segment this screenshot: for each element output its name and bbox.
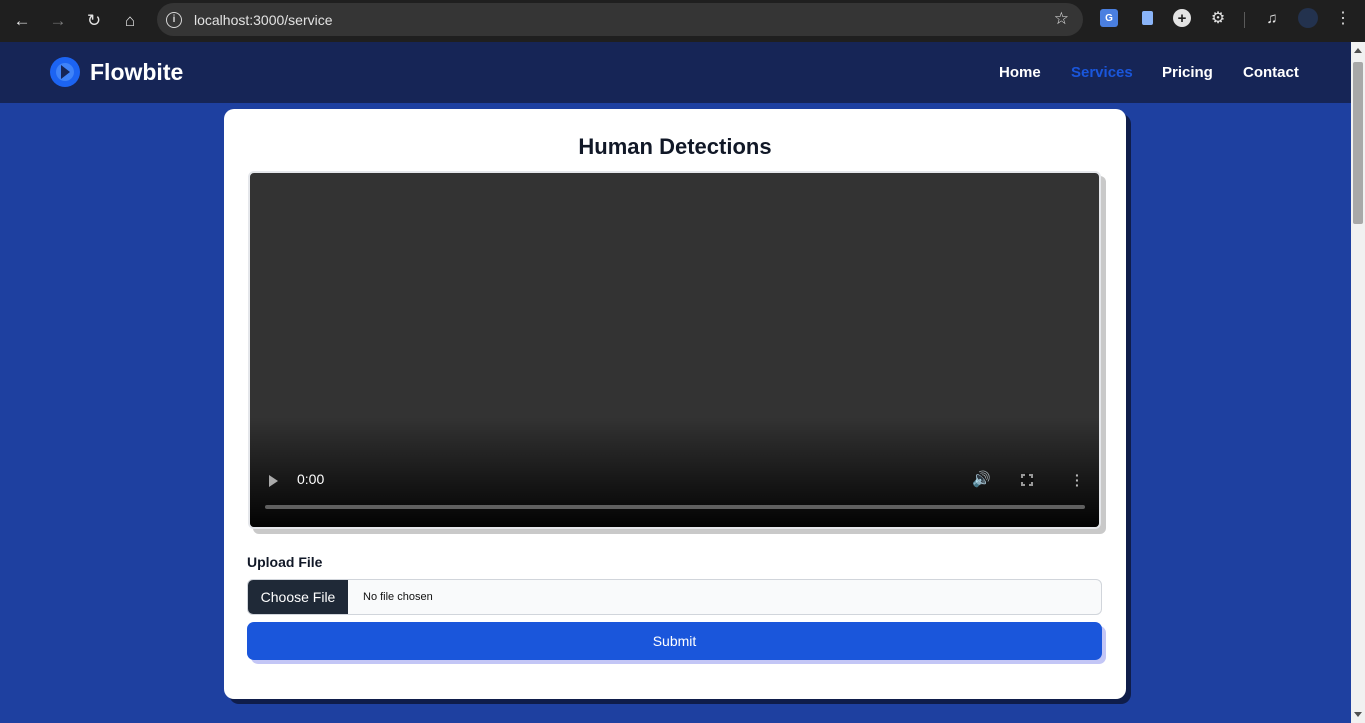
files-extension-icon[interactable]	[1138, 9, 1156, 27]
detection-card: Human Detections 0:00 🔊 · · · Upload File …	[224, 109, 1126, 699]
upload-label: Upload File	[247, 554, 323, 570]
video-time: 0:00	[297, 471, 325, 487]
back-icon[interactable]: ←	[4, 3, 40, 39]
nav-link-pricing[interactable]: Pricing	[1162, 64, 1213, 81]
browser-menu-icon[interactable]: ⋮	[1334, 9, 1352, 27]
address-bar[interactable]: i localhost:3000/service ☆	[157, 3, 1083, 36]
browser-toolbar: ← → ↻ ⌂ i localhost:3000/service ☆ G + ⚙…	[0, 0, 1365, 42]
video-player[interactable]: 0:00 🔊 · · ·	[248, 171, 1101, 529]
media-control-icon[interactable]: ♫	[1263, 9, 1281, 27]
address-url[interactable]: localhost:3000/service	[194, 12, 333, 28]
scrollbar-thumb[interactable]	[1353, 62, 1363, 224]
volume-icon[interactable]: 🔊	[972, 470, 991, 488]
submit-button[interactable]: Submit	[247, 622, 1102, 660]
nav-link-contact[interactable]: Contact	[1243, 64, 1299, 81]
choose-file-button[interactable]: Choose File	[248, 580, 348, 614]
nav-link-home[interactable]: Home	[999, 64, 1041, 81]
reload-icon[interactable]: ↻	[76, 3, 112, 39]
site-navbar: Flowbite Home Services Pricing Contact	[0, 42, 1351, 103]
home-icon[interactable]: ⌂	[112, 3, 148, 39]
bookmark-star-icon[interactable]: ☆	[1054, 9, 1069, 29]
fullscreen-icon[interactable]	[1020, 473, 1034, 487]
file-status: No file chosen	[363, 591, 433, 603]
play-icon[interactable]	[269, 475, 278, 487]
page-title: Human Detections	[578, 134, 772, 159]
page-viewport: Flowbite Home Services Pricing Contact H…	[0, 42, 1351, 723]
scroll-down-icon[interactable]	[1354, 712, 1362, 717]
profile-avatar[interactable]	[1298, 8, 1318, 28]
scroll-up-icon[interactable]	[1354, 48, 1362, 53]
translate-extension-icon[interactable]: G	[1100, 9, 1118, 27]
add-extension-icon[interactable]: +	[1173, 9, 1191, 27]
video-progress-bar[interactable]	[265, 505, 1085, 509]
page-scrollbar[interactable]	[1351, 42, 1365, 723]
nav-link-services[interactable]: Services	[1071, 64, 1133, 81]
file-upload-input[interactable]: Choose File No file chosen	[247, 579, 1102, 615]
forward-icon[interactable]: →	[40, 3, 76, 39]
nav-links: Home Services Pricing Contact	[0, 64, 1351, 84]
toolbar-divider	[1244, 12, 1245, 28]
extensions-puzzle-icon[interactable]: ⚙	[1209, 9, 1227, 27]
site-info-icon[interactable]: i	[166, 11, 182, 28]
more-options-icon[interactable]: · · ·	[1075, 468, 1080, 492]
